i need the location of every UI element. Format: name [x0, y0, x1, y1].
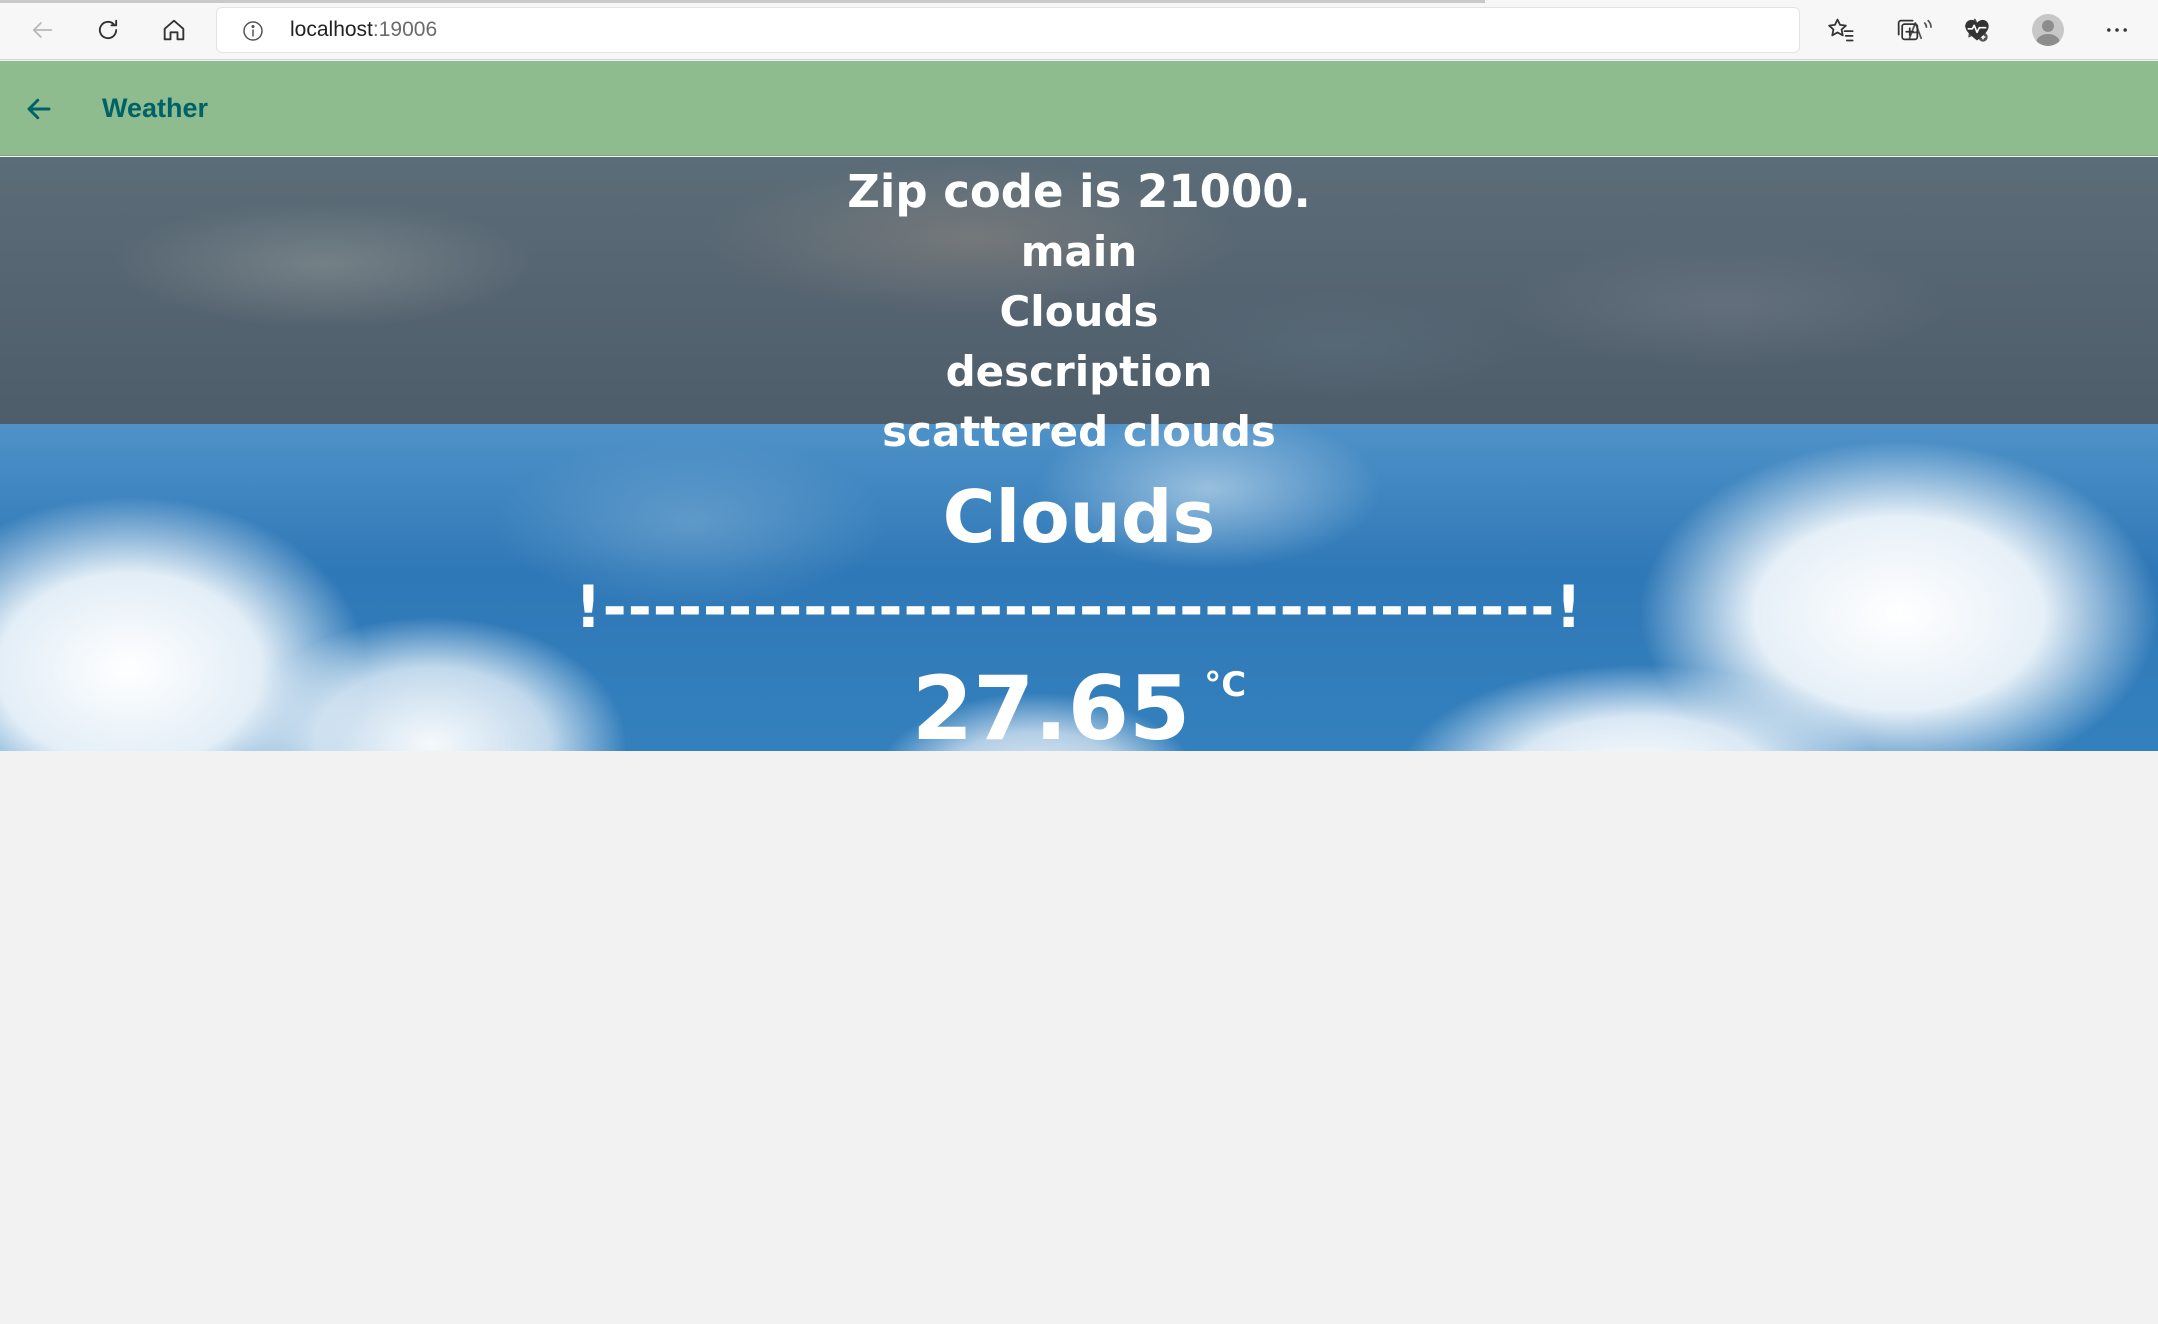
- temperature-value: 27.65: [911, 657, 1191, 751]
- home-button[interactable]: [154, 12, 194, 48]
- more-icon: [2107, 28, 2127, 32]
- avatar-head: [2042, 20, 2054, 32]
- browser-toolbar: localhost:19006: [0, 0, 2158, 60]
- main-value: Clouds: [999, 287, 1159, 336]
- profile-avatar[interactable]: [2032, 14, 2064, 46]
- page-title: Weather: [102, 93, 209, 123]
- back-arrow-icon: [32, 22, 53, 38]
- collections-icon: [1897, 19, 1919, 41]
- weather-headline: Clouds: [942, 475, 1216, 559]
- home-icon: [163, 19, 185, 41]
- app-back-button[interactable]: [20, 91, 58, 127]
- temperature-unit: °C: [1204, 665, 1247, 705]
- weather-panel: Zip code is 21000. main Clouds descripti…: [0, 157, 2158, 751]
- url-text[interactable]: localhost:19006: [290, 18, 437, 42]
- refresh-icon: [98, 19, 118, 40]
- back-arrow-icon: [27, 98, 51, 120]
- app-header: Weather: [0, 61, 2158, 156]
- url-port: :19006: [372, 18, 438, 41]
- browser-essentials-icon: [1965, 19, 1989, 41]
- divider-line: !--------------------------------------!: [575, 573, 1583, 641]
- browser-back-button[interactable]: [22, 12, 62, 48]
- temperature-display: 27.65 °C: [0, 657, 2158, 751]
- more-button[interactable]: [2098, 12, 2136, 48]
- favorites-icon: [1828, 18, 1854, 42]
- description-label: description: [945, 347, 1213, 396]
- avatar-body: [2036, 34, 2060, 46]
- info-icon[interactable]: [241, 19, 265, 43]
- loading-indicator: [0, 0, 1485, 3]
- favorites-button[interactable]: [1822, 12, 1860, 48]
- description-value: scattered clouds: [882, 407, 1276, 456]
- main-label: main: [1020, 227, 1138, 276]
- refresh-button[interactable]: [88, 12, 128, 48]
- address-bar[interactable]: localhost:19006: [216, 7, 1988, 53]
- collections-button[interactable]: [1889, 12, 1927, 48]
- browser-essentials-button[interactable]: [1958, 12, 1996, 48]
- zip-code-text: Zip code is 21000.: [847, 165, 1311, 218]
- url-host: localhost: [290, 18, 373, 41]
